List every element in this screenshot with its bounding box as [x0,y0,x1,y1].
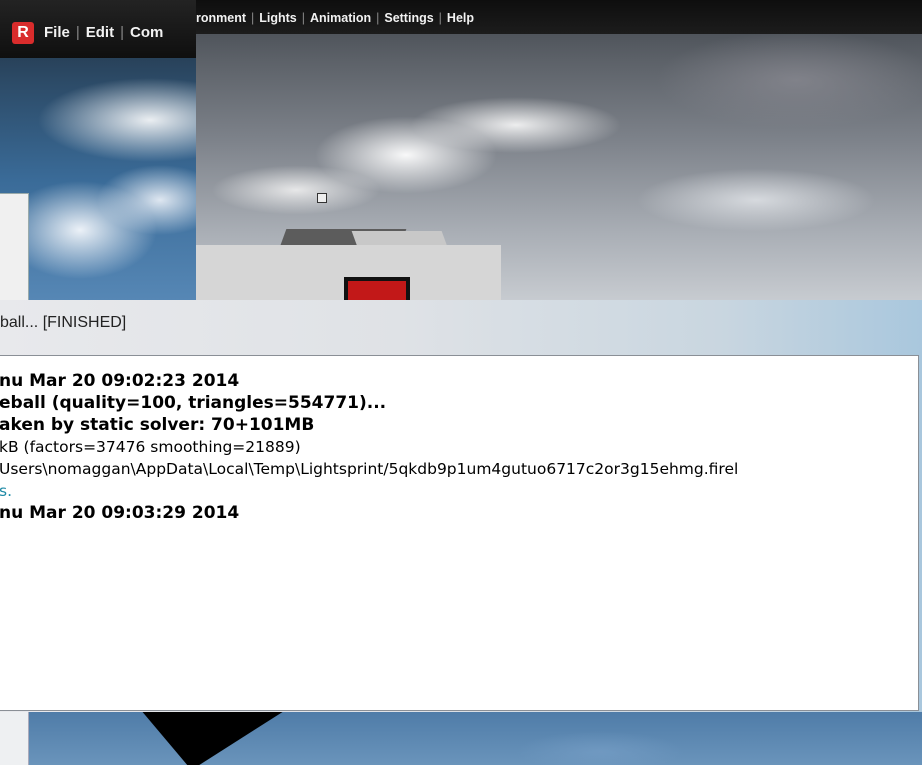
menu-environment[interactable]: ronment [196,11,246,25]
log-line: s. [0,482,13,500]
menu-animation[interactable]: Animation [310,11,371,25]
viewport-menu: ronment | Lights | Animation | Settings | Help [196,11,474,25]
scene-dark-object [121,712,283,765]
back-menu: File | Edit | Com [44,24,163,41]
menu-separator: | [120,24,124,41]
log-line: aken by static solver: 70+101MB [0,415,315,435]
menu-separator: | [251,11,255,25]
log-line: kB (factors=37476 smoothing=21889) [0,438,301,456]
menu-settings[interactable]: Settings [384,11,433,25]
app-logo-icon: R [12,22,34,44]
log-line: eball (quality=100, triangles=554771)... [0,393,387,413]
scene-building [196,225,501,300]
light-marker-icon[interactable] [317,193,327,203]
menu-separator: | [438,11,442,25]
log-window-title: ball... [FINISHED] [0,314,127,331]
log-textbox[interactable]: nu Mar 20 09:02:23 2014 eball (quality=1… [0,355,919,711]
log-line: Users\nomaggan\AppData\Local\Temp\Lights… [0,460,739,478]
menu-separator: | [75,24,80,41]
menu-edit[interactable]: Edit [86,24,114,41]
log-line: nu Mar 20 09:02:23 2014 [0,371,240,391]
log-window: ball... [FINISHED] nu Mar 20 09:02:23 20… [0,300,922,712]
menu-separator: | [376,11,380,25]
viewport-menubar: ronment | Lights | Animation | Settings | Help [196,0,922,34]
building-door [344,277,410,300]
bottom-scene-view [0,712,922,765]
viewport-window[interactable]: ronment | Lights | Animation | Settings | Help [196,0,922,300]
menu-compute[interactable]: Com [130,24,163,41]
menu-file[interactable]: File [44,24,70,41]
menu-help[interactable]: Help [447,11,474,25]
log-line: nu Mar 20 09:03:29 2014 [0,503,240,523]
menu-separator: | [301,11,305,25]
bottom-side-panel [0,712,29,765]
menu-lights[interactable]: Lights [259,11,297,25]
back-side-panel [0,193,29,300]
